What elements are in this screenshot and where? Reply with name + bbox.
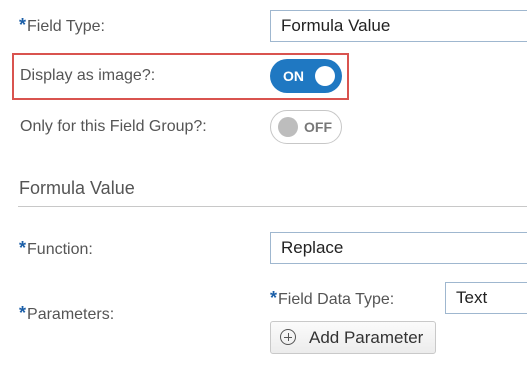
required-marker: * [19,238,27,258]
required-marker: * [19,15,27,35]
toggle-off-text: OFF [304,119,332,135]
toggle-on-text: ON [283,68,304,84]
display-as-image-label: Display as image?: [20,67,156,84]
required-marker: * [270,288,278,308]
only-field-group-label: Only for this Field Group?: [20,118,207,135]
only-field-group-toggle[interactable]: OFF [270,110,342,144]
toggle-knob [278,117,298,137]
field-type-select[interactable]: Formula Value [270,10,527,42]
toggle-knob [315,66,335,86]
function-label: *Function: [19,238,93,258]
add-parameter-label: Add Parameter [309,328,424,347]
required-marker: * [19,303,27,323]
display-as-image-toggle[interactable]: ON [270,59,342,93]
form-panel: *Field Type: Formula Value Display as im… [0,0,527,370]
section-divider [18,206,527,207]
field-data-type-select[interactable]: Text [445,282,527,314]
field-data-type-label: *Field Data Type: [270,288,395,308]
add-parameter-button[interactable]: Add Parameter [270,321,436,354]
field-type-label: *Field Type: [19,15,105,35]
section-title: Formula Value [19,178,135,198]
function-select[interactable]: Replace [270,232,527,264]
parameters-label: *Parameters: [19,303,115,323]
plus-circle-icon [280,329,296,345]
